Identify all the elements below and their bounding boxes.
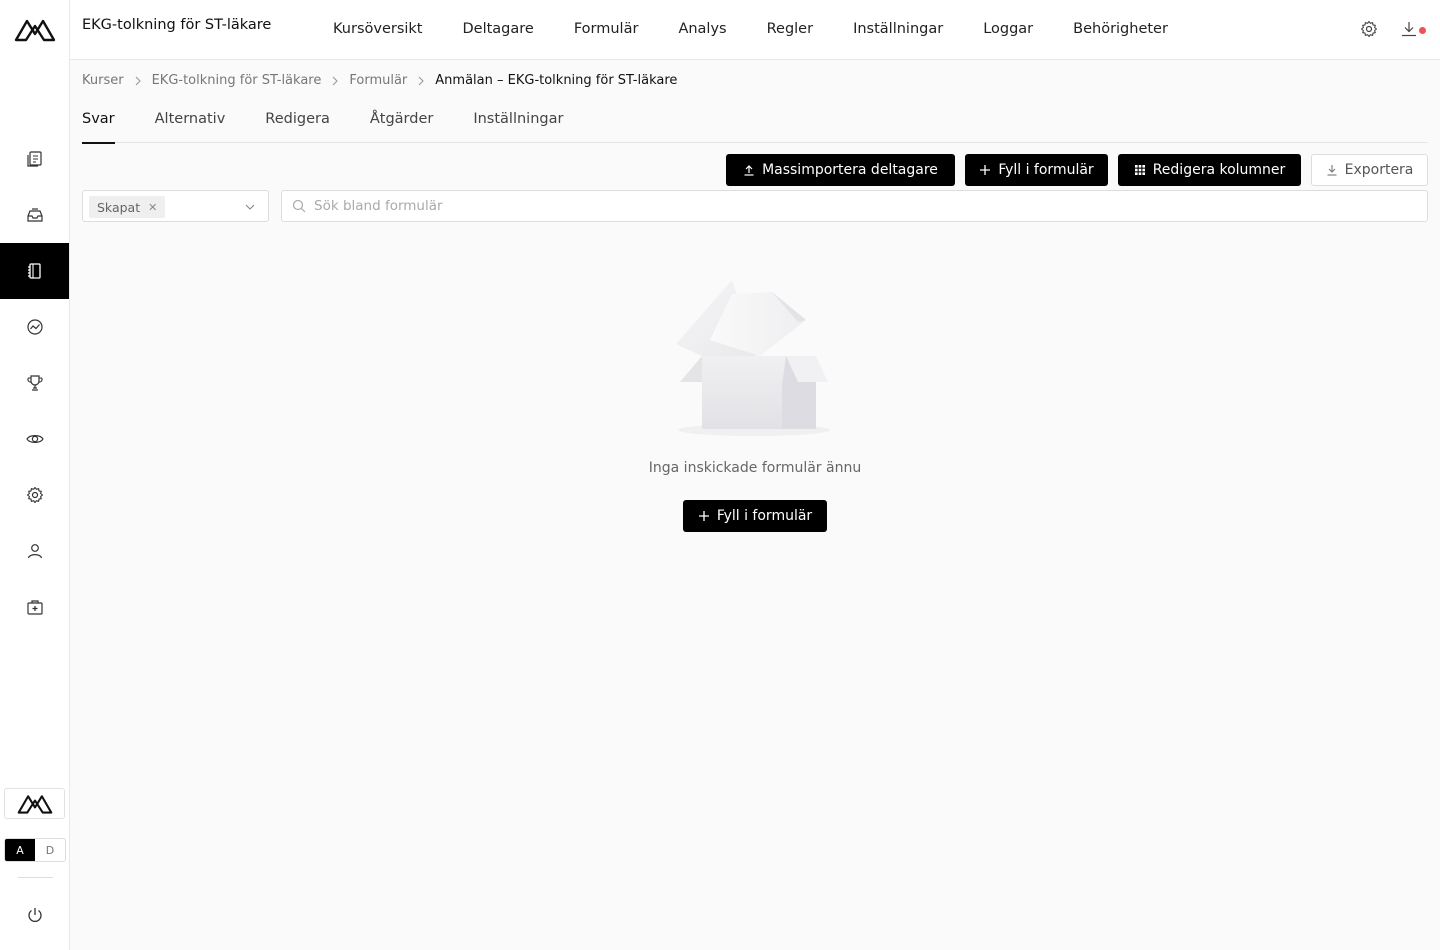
empty-fill-form-button[interactable]: Fyll i formulär	[683, 500, 827, 532]
inbox-icon	[26, 208, 43, 222]
sidebar-divider	[18, 877, 53, 878]
sidebar-item-inbox[interactable]	[0, 187, 69, 243]
filter-chip-label: Skapat	[97, 199, 141, 215]
fill-form-button[interactable]: Fyll i formulär	[965, 154, 1108, 186]
edit-columns-button[interactable]: Redigera kolumner	[1118, 154, 1301, 186]
tab-actions[interactable]: Åtgärder	[370, 111, 434, 143]
brand-logo-box[interactable]	[4, 788, 65, 819]
logo-mark-icon	[14, 19, 56, 42]
plus-icon	[980, 165, 991, 175]
app-logo[interactable]	[14, 16, 56, 44]
bulk-import-button[interactable]: Massimportera deltagare	[726, 154, 955, 186]
tab-settings[interactable]: Inställningar	[473, 111, 563, 143]
language-toggle: A D	[4, 838, 66, 862]
bulk-import-label: Massimportera deltagare	[762, 162, 938, 178]
breadcrumb-course[interactable]: EKG-tolkning för ST-läkare	[152, 73, 322, 88]
nav-permissions[interactable]: Behörigheter	[1073, 21, 1168, 37]
sidebar-item-courses[interactable]	[0, 131, 69, 187]
nav-analysis[interactable]: Analys	[678, 21, 726, 37]
gear-icon	[26, 486, 43, 504]
fill-form-label: Fyll i formulär	[998, 162, 1094, 178]
sidebar-item-forms[interactable]	[0, 243, 69, 299]
download-icon	[1327, 165, 1337, 176]
nav-logs[interactable]: Loggar	[983, 21, 1033, 37]
export-label: Exportera	[1344, 162, 1414, 178]
medical-kit-icon	[26, 600, 43, 615]
tab-responses[interactable]: Svar	[82, 111, 115, 144]
plus-icon	[698, 511, 709, 521]
edit-columns-label: Redigera kolumner	[1152, 162, 1286, 178]
course-title: EKG-tolkning för ST-läkare	[82, 17, 272, 33]
breadcrumb-courses[interactable]: Kurser	[82, 73, 124, 88]
search-input[interactable]	[314, 198, 1414, 214]
empty-fill-form-label: Fyll i formulär	[716, 508, 813, 524]
search-icon	[292, 199, 306, 213]
filter-select[interactable]: Skapat ✕	[82, 190, 269, 222]
sidebar-item-analytics[interactable]	[0, 299, 69, 355]
brand-logo-icon	[17, 794, 52, 814]
chevron-right-icon	[134, 76, 142, 86]
sidebar-item-visibility[interactable]	[0, 411, 69, 467]
logout-button[interactable]	[0, 900, 69, 930]
analytics-icon	[26, 319, 43, 335]
nav-rules[interactable]: Regler	[767, 21, 813, 37]
breadcrumb-forms[interactable]: Formulär	[349, 73, 407, 88]
tab-options[interactable]: Alternativ	[155, 111, 226, 143]
close-icon[interactable]: ✕	[148, 201, 157, 214]
chevron-right-icon	[331, 76, 339, 86]
nav-settings[interactable]: Inställningar	[853, 21, 943, 37]
breadcrumb-current: Anmälan – EKG-tolkning för ST-läkare	[435, 73, 678, 88]
nav-forms[interactable]: Formulär	[574, 21, 639, 37]
courses-icon	[26, 151, 42, 167]
lang-option-d[interactable]: D	[35, 839, 65, 861]
upload-icon	[744, 165, 754, 176]
chevron-down-icon	[245, 204, 255, 210]
tab-edit[interactable]: Redigera	[265, 111, 330, 143]
chevron-right-icon	[417, 76, 425, 86]
nav-participants[interactable]: Deltagare	[463, 21, 534, 37]
notification-dot	[1419, 27, 1426, 34]
search-box	[281, 190, 1428, 222]
sidebar-item-users[interactable]	[0, 523, 69, 579]
lang-option-a[interactable]: A	[5, 839, 35, 861]
eye-icon	[25, 435, 44, 443]
forms-icon	[27, 263, 41, 279]
empty-state-message: Inga inskickade formulär ännu	[648, 460, 862, 476]
download-icon	[1402, 22, 1416, 37]
form-tabs: Svar Alternativ Redigera Åtgärder Instäl…	[82, 111, 1428, 144]
grid-icon	[1134, 165, 1145, 175]
power-icon	[27, 908, 42, 922]
breadcrumb: Kurser EKG-tolkning för ST-läkare Formul…	[82, 73, 677, 88]
settings-button[interactable]	[1360, 20, 1380, 40]
sidebar-item-trophy[interactable]	[0, 355, 69, 411]
top-navigation: Kursöversikt Deltagare Formulär Analys R…	[333, 0, 1208, 58]
export-button[interactable]: Exportera	[1311, 154, 1428, 186]
nav-course-overview[interactable]: Kursöversikt	[333, 21, 423, 37]
top-bar: EKG-tolkning för ST-läkare Kursöversikt …	[70, 0, 1440, 60]
empty-box-illustration	[672, 276, 838, 442]
trophy-icon	[26, 375, 43, 391]
gear-icon	[1360, 20, 1378, 38]
sidebar-item-medical[interactable]	[0, 579, 69, 635]
user-icon	[27, 544, 42, 559]
filter-chip: Skapat ✕	[89, 196, 166, 218]
